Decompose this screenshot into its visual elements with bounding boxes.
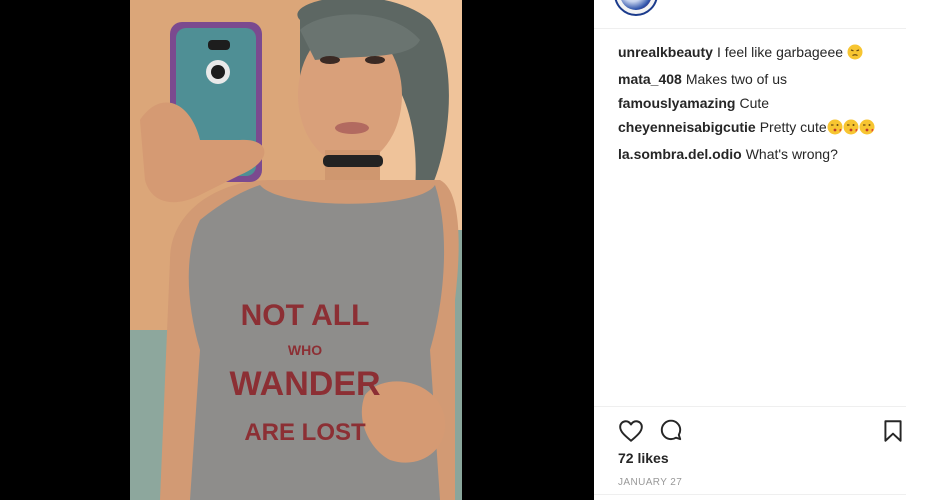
- heart-icon: [619, 420, 643, 442]
- comment-username[interactable]: la.sombra.del.odio: [618, 146, 742, 162]
- actions-divider: [594, 406, 906, 407]
- kiss-face-icon: [859, 118, 875, 142]
- bookmark-icon: [884, 420, 902, 442]
- shirt-text-line-4: ARE LOST: [244, 419, 366, 446]
- comment-item: unrealkbeauty I feel like garbageee: [618, 40, 906, 67]
- like-count[interactable]: 72 likes: [618, 450, 669, 466]
- speech-bubble-icon: [660, 419, 682, 441]
- comment-text: Makes two of us: [685, 71, 787, 87]
- comment-button[interactable]: [658, 418, 684, 444]
- pensive-face-icon: [847, 43, 863, 67]
- bottom-divider: [594, 494, 906, 495]
- comment-item: famouslyamazing Cute: [618, 91, 906, 115]
- kiss-face-icon: [827, 118, 843, 142]
- comment-text: I feel like garbageee: [716, 44, 844, 60]
- header-divider: [594, 28, 906, 29]
- comment-username[interactable]: famouslyamazing: [618, 95, 735, 111]
- comment-item: mata_408 Makes two of us: [618, 67, 906, 91]
- comment-item: cheyenneisabigcutie Pretty cute: [618, 115, 906, 142]
- comment-text: Cute: [739, 95, 770, 111]
- shirt-text-line-1: NOT ALL: [241, 299, 370, 332]
- shirt-text-line-3: WANDER: [229, 365, 380, 403]
- post-date: JANUARY 27: [618, 477, 683, 488]
- comment-text: Pretty cute: [759, 119, 827, 135]
- post-photo[interactable]: NOT ALL WHO WANDER ARE LOST: [130, 0, 462, 500]
- comment-username[interactable]: cheyenneisabigcutie: [618, 119, 756, 135]
- shirt-text-line-2: WHO: [288, 342, 322, 358]
- save-button[interactable]: [880, 418, 906, 444]
- like-button[interactable]: [618, 418, 644, 444]
- comment-username[interactable]: mata_408: [618, 71, 682, 87]
- profile-avatar[interactable]: [614, 0, 658, 16]
- comment-item: la.sombra.del.odio What's wrong?: [618, 142, 906, 166]
- comments-list: unrealkbeauty I feel like garbageee mata_…: [618, 40, 906, 166]
- media-pane: NOT ALL WHO WANDER ARE LOST: [0, 0, 594, 500]
- avatar-image: [620, 0, 652, 10]
- kiss-face-icon: [843, 118, 859, 142]
- comment-text: What's wrong?: [745, 146, 838, 162]
- details-pane: unrealkbeauty I feel like garbageee mata_…: [594, 0, 926, 500]
- comment-username[interactable]: unrealkbeauty: [618, 44, 713, 60]
- photo-illustration: NOT ALL WHO WANDER ARE LOST: [130, 0, 462, 500]
